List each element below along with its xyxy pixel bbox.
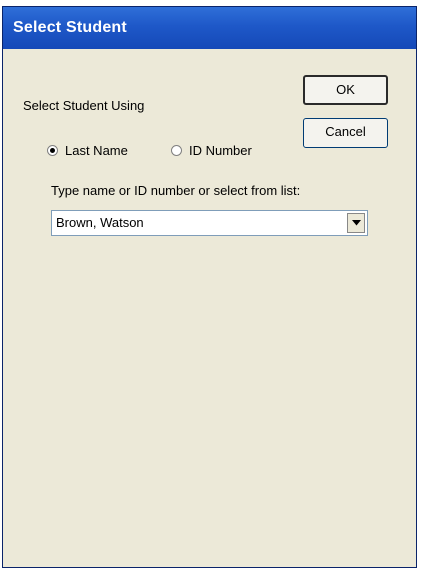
title-bar[interactable]: Select Student: [3, 7, 416, 49]
radio-id-number-label: ID Number: [189, 143, 252, 158]
radio-id-number[interactable]: ID Number: [171, 143, 252, 158]
student-combo-value[interactable]: Brown, Watson: [56, 215, 144, 230]
chevron-down-icon: [351, 220, 361, 226]
instruction-text: Type name or ID number or select from li…: [51, 183, 301, 198]
combo-dropdown-button[interactable]: [347, 213, 365, 233]
radio-unchecked-icon: [171, 145, 182, 156]
radio-last-name-label: Last Name: [65, 143, 128, 158]
window-title: Select Student: [13, 19, 127, 36]
student-combo-box[interactable]: Brown, Watson: [51, 210, 368, 236]
radio-last-name[interactable]: Last Name: [47, 143, 128, 158]
select-using-label: Select Student Using: [23, 98, 145, 113]
dialog-window: Select Student Select Student Using Last…: [2, 6, 417, 568]
radio-checked-icon: [47, 145, 58, 156]
ok-button[interactable]: OK: [303, 75, 388, 105]
cancel-button[interactable]: Cancel: [303, 118, 388, 148]
